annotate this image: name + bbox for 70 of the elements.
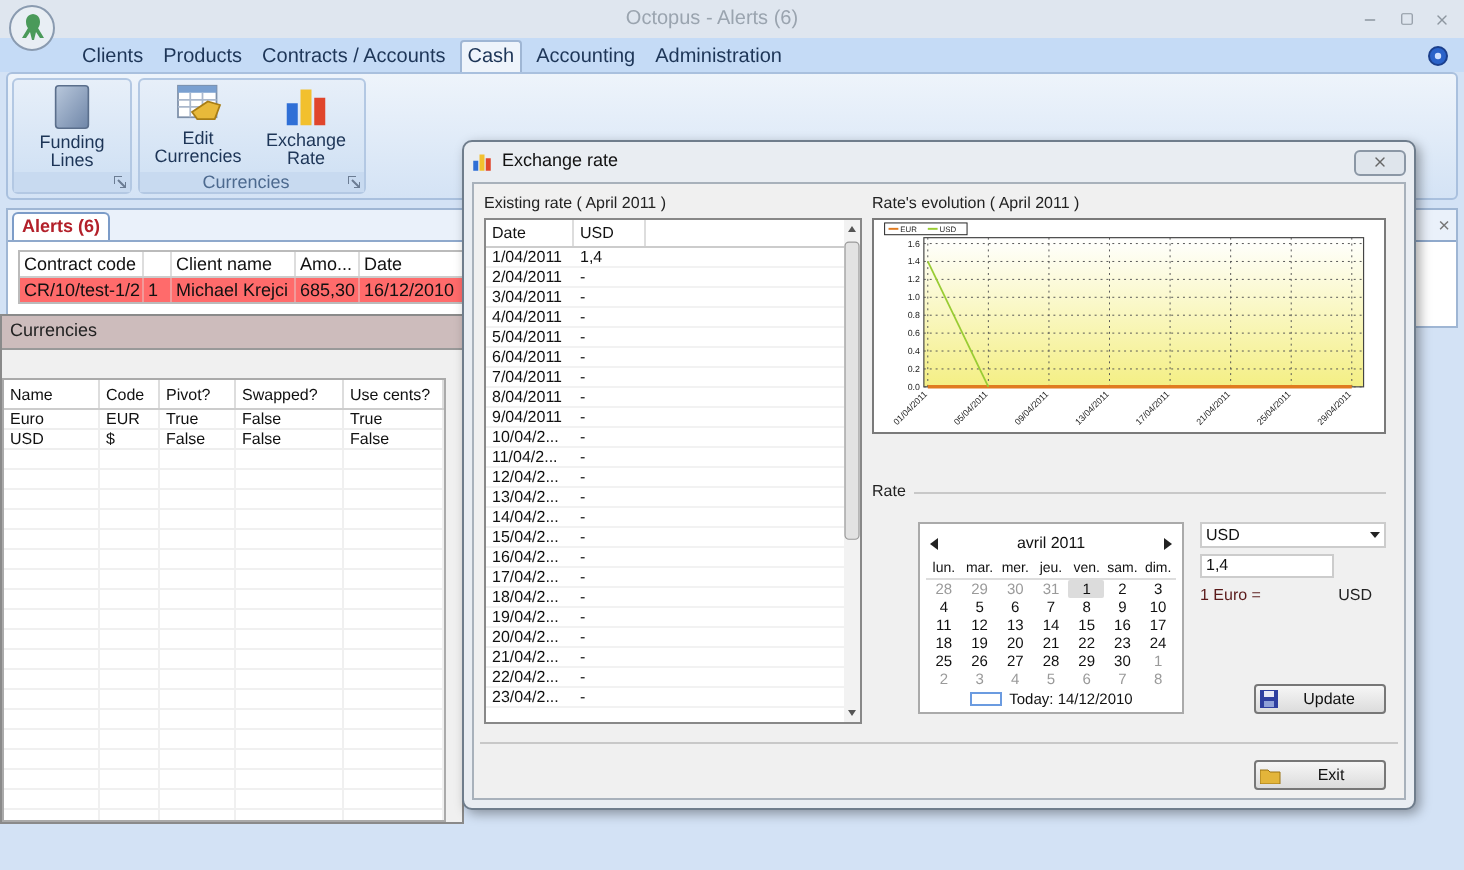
table-cell-text: 2/04/2011 — [490, 268, 564, 286]
table-cell-text: - — [578, 388, 588, 406]
table-cell-text: 11/04/2... — [490, 448, 560, 466]
table-cell-text: 21/04/2... — [490, 648, 561, 666]
table-cell: False — [236, 430, 344, 448]
table-cell: False — [344, 430, 444, 448]
table-cell-text: - — [578, 448, 588, 466]
table-cell-text: - — [578, 468, 588, 486]
table-cell-text: - — [578, 268, 588, 286]
table-cell-text: 9/04/2011 — [490, 408, 564, 426]
table-cell: CR/10/test-1/2 — [20, 278, 144, 302]
table-cell-text: - — [578, 568, 588, 586]
table-cell-text: 1/04/2011 — [490, 248, 564, 266]
table-cell-text: 10/04/2... — [490, 428, 561, 446]
group-caption: Rate's evolution ( April 2011 ) — [872, 194, 1082, 214]
table-cell-text: 1,4 — [578, 248, 605, 266]
table-cell-text: - — [578, 348, 588, 366]
table-cell-text: 3/04/2011 — [490, 288, 564, 306]
table-cell-text: - — [578, 588, 588, 606]
table-cell-text: 23/04/2... — [490, 688, 561, 706]
table-cell-text: 15/04/2... — [490, 528, 561, 546]
table-cell-text: - — [578, 548, 588, 566]
conversion-label: 1 Euro = — [1200, 584, 1261, 608]
table-cell-text: - — [578, 668, 588, 686]
table-cell-text: - — [578, 508, 588, 526]
table-cell-text: 14/04/2... — [490, 508, 561, 526]
group-caption: Rate — [872, 482, 906, 502]
group-caption: Existing rate ( April 2011 ) — [484, 194, 669, 214]
table-cell-text: 8/04/2011 — [490, 388, 564, 406]
table-cell-text: 19/04/2... — [490, 608, 561, 626]
table-cell: False — [160, 430, 236, 448]
table-cell-text: - — [578, 328, 588, 346]
table-cell-text: 18/04/2... — [490, 588, 561, 606]
table-cell: USD — [4, 430, 100, 448]
table-cell-text: 12/04/2... — [490, 468, 561, 486]
table-cell: False — [236, 410, 344, 428]
window-title: Currencies — [10, 318, 98, 345]
table-cell-text: - — [578, 628, 588, 646]
table-cell: True — [160, 410, 236, 428]
table-cell-text: 22/04/2... — [490, 668, 561, 686]
table-cell-text: - — [578, 488, 588, 506]
currency-label: USD — [1338, 584, 1372, 608]
table-cell-text: - — [578, 528, 588, 546]
table-cell-text: 5/04/2011 — [490, 328, 564, 346]
table-cell-text: - — [578, 308, 588, 326]
table-cell: Michael Krejci — [172, 278, 296, 302]
month-title: avril 2011 — [1016, 534, 1086, 554]
table-cell-text: - — [578, 648, 588, 666]
table-cell-text: 20/04/2... — [490, 628, 561, 646]
table-cell-text: - — [578, 608, 588, 626]
group-caption: Currencies — [202, 172, 290, 192]
table-cell: EUR — [100, 410, 160, 428]
table-cell-text: 13/04/2... — [490, 488, 561, 506]
table-cell-text: - — [578, 368, 588, 386]
table-cell-text: 16/04/2... — [490, 548, 561, 566]
table-cell-text: 4/04/2011 — [490, 308, 564, 326]
table-cell: $ — [100, 430, 160, 448]
table-cell-text: 17/04/2... — [490, 568, 561, 586]
table-cell-text: - — [578, 288, 588, 306]
table-cell-text: - — [578, 688, 588, 706]
table-cell: True — [344, 410, 444, 428]
dialog-title: Exchange rate — [502, 148, 619, 175]
table-cell-text: - — [578, 408, 588, 426]
table-cell: 685,30 — [296, 278, 360, 302]
window-title: Octopus - Alerts (6) — [623, 6, 801, 34]
table-cell-text: 7/04/2011 — [490, 368, 564, 386]
table-cell: Euro — [4, 410, 100, 428]
table-cell-text: - — [578, 428, 588, 446]
table-cell-text: 6/04/2011 — [490, 348, 564, 366]
table-cell: 1 — [144, 278, 172, 302]
